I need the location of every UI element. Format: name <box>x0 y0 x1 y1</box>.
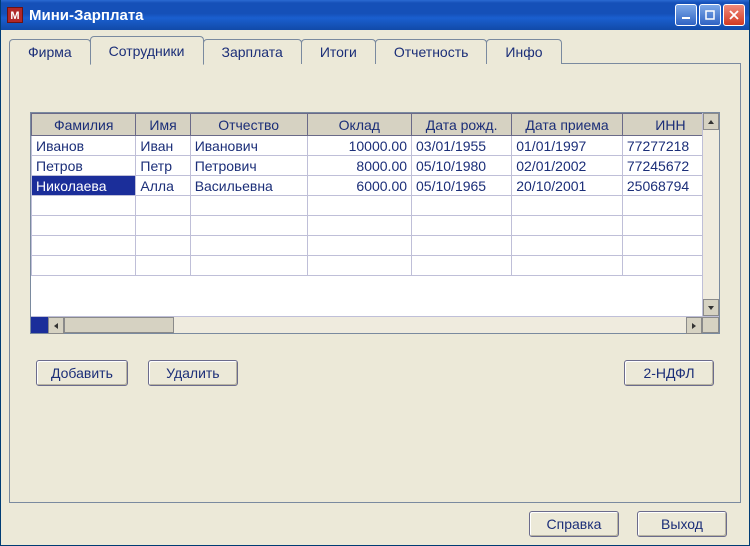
help-button[interactable]: Справка <box>529 511 619 537</box>
app-window: M Мини-Зарплата Фирма Сотрудники Зарплат… <box>0 0 750 546</box>
table-cell[interactable]: Иван <box>136 136 190 156</box>
table-cell[interactable]: Васильевна <box>190 176 307 196</box>
add-button[interactable]: Добавить <box>36 360 128 386</box>
table-row-empty <box>32 236 719 256</box>
delete-button[interactable]: Удалить <box>148 360 238 386</box>
table-cell-empty <box>190 256 307 276</box>
table-cell[interactable]: 10000.00 <box>307 136 411 156</box>
table-cell-empty <box>136 196 190 216</box>
table-cell[interactable]: Иванов <box>32 136 136 156</box>
panel-actions: Добавить Удалить 2-НДФЛ <box>30 360 720 386</box>
h-scroll-thumb[interactable] <box>64 317 174 333</box>
tab-employees[interactable]: Сотрудники <box>90 36 204 65</box>
table-row-empty <box>32 196 719 216</box>
grid-viewport: Фамилия Имя Отчество Оклад Дата рожд. Да… <box>31 113 719 316</box>
col-firstname[interactable]: Имя <box>136 114 190 136</box>
app-icon: M <box>7 7 23 23</box>
table-cell-empty <box>512 216 623 236</box>
col-salary[interactable]: Оклад <box>307 114 411 136</box>
scroll-right-button[interactable] <box>686 317 702 334</box>
scroll-corner <box>702 317 719 333</box>
table-cell[interactable]: 20/10/2001 <box>512 176 623 196</box>
table-cell-empty <box>32 196 136 216</box>
scroll-down-button[interactable] <box>703 299 719 316</box>
minimize-button[interactable] <box>675 4 697 26</box>
table-cell-empty <box>512 256 623 276</box>
table-cell[interactable]: Иванович <box>190 136 307 156</box>
table-cell[interactable]: Николаева <box>32 176 136 196</box>
table-row[interactable]: ИвановИванИванович10000.0003/01/195501/0… <box>32 136 719 156</box>
table-row-empty <box>32 256 719 276</box>
footer-actions: Справка Выход <box>9 503 741 537</box>
table-cell[interactable]: Петрович <box>190 156 307 176</box>
grid-header-row: Фамилия Имя Отчество Оклад Дата рожд. Да… <box>32 114 719 136</box>
table-cell-empty <box>136 216 190 236</box>
tab-info[interactable]: Инфо <box>486 39 561 64</box>
table-cell-empty <box>190 216 307 236</box>
table-cell-empty <box>32 216 136 236</box>
table-cell-empty <box>136 236 190 256</box>
col-patronymic[interactable]: Отчество <box>190 114 307 136</box>
horizontal-scrollbar[interactable] <box>31 316 719 333</box>
table-cell-empty <box>136 256 190 276</box>
table-cell-empty <box>512 236 623 256</box>
table-cell-empty <box>32 256 136 276</box>
table-cell[interactable]: 02/01/2002 <box>512 156 623 176</box>
titlebar: M Мини-Зарплата <box>1 0 749 30</box>
table-cell[interactable]: Алла <box>136 176 190 196</box>
window-title: Мини-Зарплата <box>29 7 675 24</box>
client-area: Фирма Сотрудники Зарплата Итоги Отчетнос… <box>1 30 749 545</box>
table-cell-empty <box>512 196 623 216</box>
table-cell[interactable]: Петр <box>136 156 190 176</box>
close-button[interactable] <box>723 4 745 26</box>
vertical-scrollbar[interactable] <box>702 113 719 316</box>
table-cell[interactable]: Петров <box>32 156 136 176</box>
record-indicator <box>31 317 48 333</box>
table-row-empty <box>32 216 719 236</box>
table-cell-empty <box>307 236 411 256</box>
table-cell-empty <box>32 236 136 256</box>
table-cell-empty <box>190 236 307 256</box>
employees-grid: Фамилия Имя Отчество Оклад Дата рожд. Да… <box>30 112 720 334</box>
col-lastname[interactable]: Фамилия <box>32 114 136 136</box>
h-scroll-track[interactable] <box>174 317 686 333</box>
table-row[interactable]: НиколаеваАллаВасильевна6000.0005/10/1965… <box>32 176 719 196</box>
table-cell[interactable]: 05/10/1980 <box>412 156 512 176</box>
tab-reports[interactable]: Отчетность <box>375 39 488 64</box>
table-cell[interactable]: 03/01/1955 <box>412 136 512 156</box>
table-cell[interactable]: 8000.00 <box>307 156 411 176</box>
table-cell-empty <box>412 236 512 256</box>
maximize-button[interactable] <box>699 4 721 26</box>
table-row[interactable]: ПетровПетрПетрович8000.0005/10/198002/01… <box>32 156 719 176</box>
col-birthdate[interactable]: Дата рожд. <box>412 114 512 136</box>
table-cell-empty <box>412 216 512 236</box>
exit-button[interactable]: Выход <box>637 511 727 537</box>
tab-salary[interactable]: Зарплата <box>203 39 302 64</box>
scroll-left-button[interactable] <box>48 317 64 334</box>
table-cell[interactable]: 01/01/1997 <box>512 136 623 156</box>
tabstrip: Фирма Сотрудники Зарплата Итоги Отчетнос… <box>9 36 741 64</box>
grid-table: Фамилия Имя Отчество Оклад Дата рожд. Да… <box>31 113 719 276</box>
tab-firm[interactable]: Фирма <box>9 39 91 64</box>
tab-totals[interactable]: Итоги <box>301 39 376 64</box>
table-cell[interactable]: 6000.00 <box>307 176 411 196</box>
tab-panel-employees: Фамилия Имя Отчество Оклад Дата рожд. Да… <box>9 63 741 503</box>
table-cell-empty <box>412 256 512 276</box>
table-cell-empty <box>412 196 512 216</box>
table-cell-empty <box>190 196 307 216</box>
v-scroll-track[interactable] <box>703 130 719 299</box>
table-cell[interactable]: 05/10/1965 <box>412 176 512 196</box>
col-hiredate[interactable]: Дата приема <box>512 114 623 136</box>
table-cell-empty <box>307 196 411 216</box>
scroll-up-button[interactable] <box>703 113 719 130</box>
window-controls <box>675 4 745 26</box>
ndfl2-button[interactable]: 2-НДФЛ <box>624 360 714 386</box>
table-cell-empty <box>307 216 411 236</box>
table-cell-empty <box>307 256 411 276</box>
